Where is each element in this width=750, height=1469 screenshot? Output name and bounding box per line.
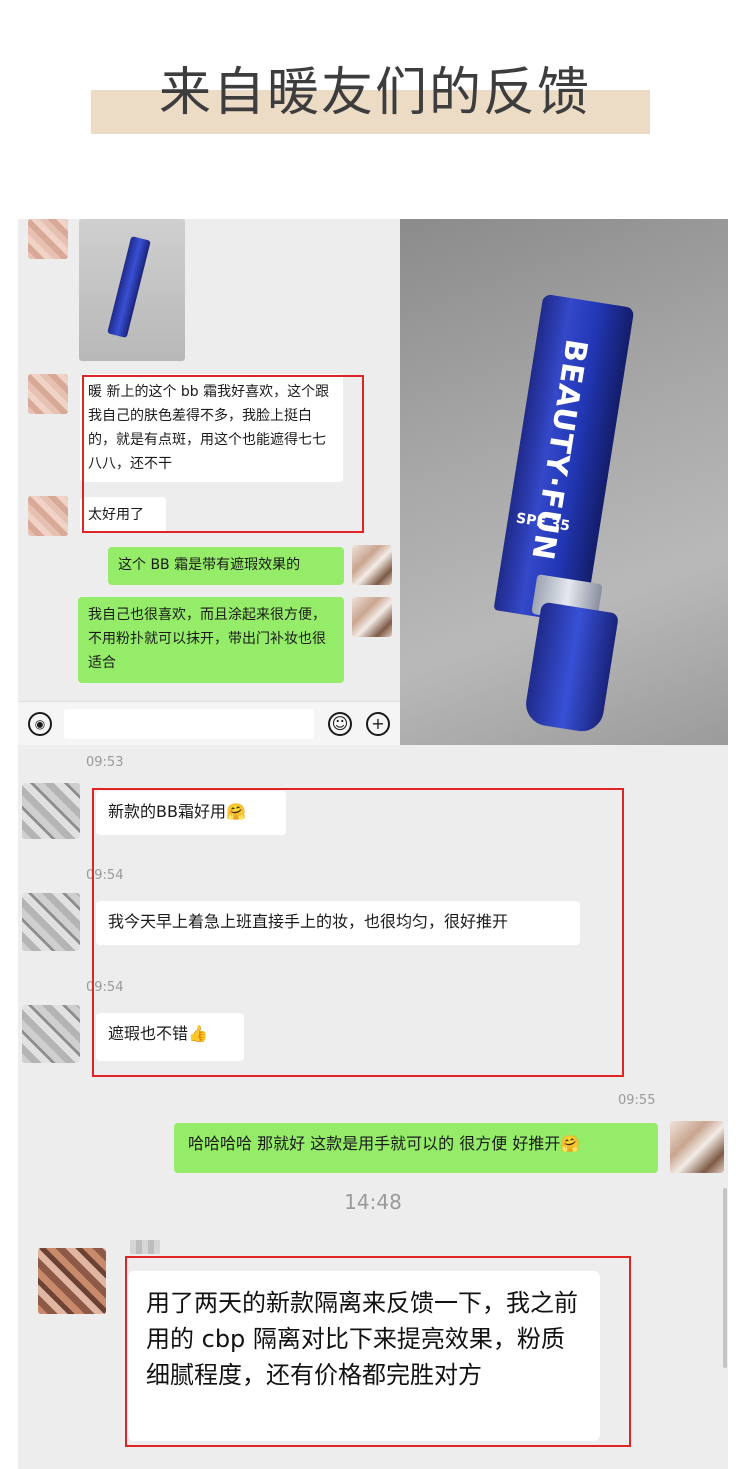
friend-avatar (22, 1005, 80, 1063)
message-input[interactable] (64, 709, 314, 739)
product-tube: BEAUTY·FUN SPF 35 (493, 293, 635, 625)
friend-avatar (28, 219, 68, 259)
message-bubble-sent: 哈哈哈哈 那就好 这款是用手就可以的 很方便 好推开🤗 (174, 1123, 658, 1173)
voice-icon[interactable]: ◉ (28, 712, 52, 736)
friend-avatar (38, 1248, 106, 1314)
plus-icon[interactable]: + (366, 712, 390, 736)
friend-avatar (28, 496, 68, 536)
self-avatar (670, 1121, 724, 1173)
timestamp: 09:53 (86, 755, 124, 770)
hug-emoji-icon: 🤗 (560, 1134, 581, 1153)
highlight-box (92, 788, 624, 1077)
message-bubble-sent: 这个 BB 霜是带有遮瑕效果的 (108, 547, 344, 585)
highlight-box (125, 1256, 631, 1447)
product-thumbnail-icon (107, 236, 151, 338)
chat-screenshot-1: 暖 新上的这个 bb 霜我好喜欢，这个跟我自己的肤色差得不多，我脸上挺白的，就是… (18, 219, 728, 745)
blurred-nickname (130, 1240, 160, 1254)
chat-input-toolbar: ◉ ☺ + (18, 701, 400, 745)
highlight-box (82, 375, 364, 533)
self-avatar (352, 545, 392, 585)
product-photo: BEAUTY·FUN SPF 35 (400, 219, 728, 745)
friend-avatar (22, 783, 80, 839)
emoji-icon[interactable]: ☺ (328, 712, 352, 736)
product-cap (522, 601, 620, 735)
page-title: 来自暖友们的反馈 (158, 63, 591, 123)
scrollbar[interactable] (723, 1188, 727, 1368)
timestamp: 14:48 (344, 1190, 402, 1214)
friend-avatar (28, 374, 68, 414)
self-avatar (352, 597, 392, 637)
timestamp: 09:55 (618, 1093, 656, 1108)
image-message-thumbnail[interactable] (79, 219, 185, 361)
message-bubble-sent: 我自己也很喜欢，而且涂起来很方便，不用粉扑就可以抹开，带出门补妆也很适合 (78, 597, 344, 683)
friend-avatar (22, 893, 80, 951)
chat-column: 暖 新上的这个 bb 霜我好喜欢，这个跟我自己的肤色差得不多，我脸上挺白的，就是… (18, 219, 400, 745)
chat-screenshot-2: 09:53 新款的BB霜好用🤗 09:54 我今天早上着急上班直接手上的妆，也很… (18, 745, 728, 1469)
message-text: 哈哈哈哈 那就好 这款是用手就可以的 很方便 好推开 (188, 1134, 561, 1153)
